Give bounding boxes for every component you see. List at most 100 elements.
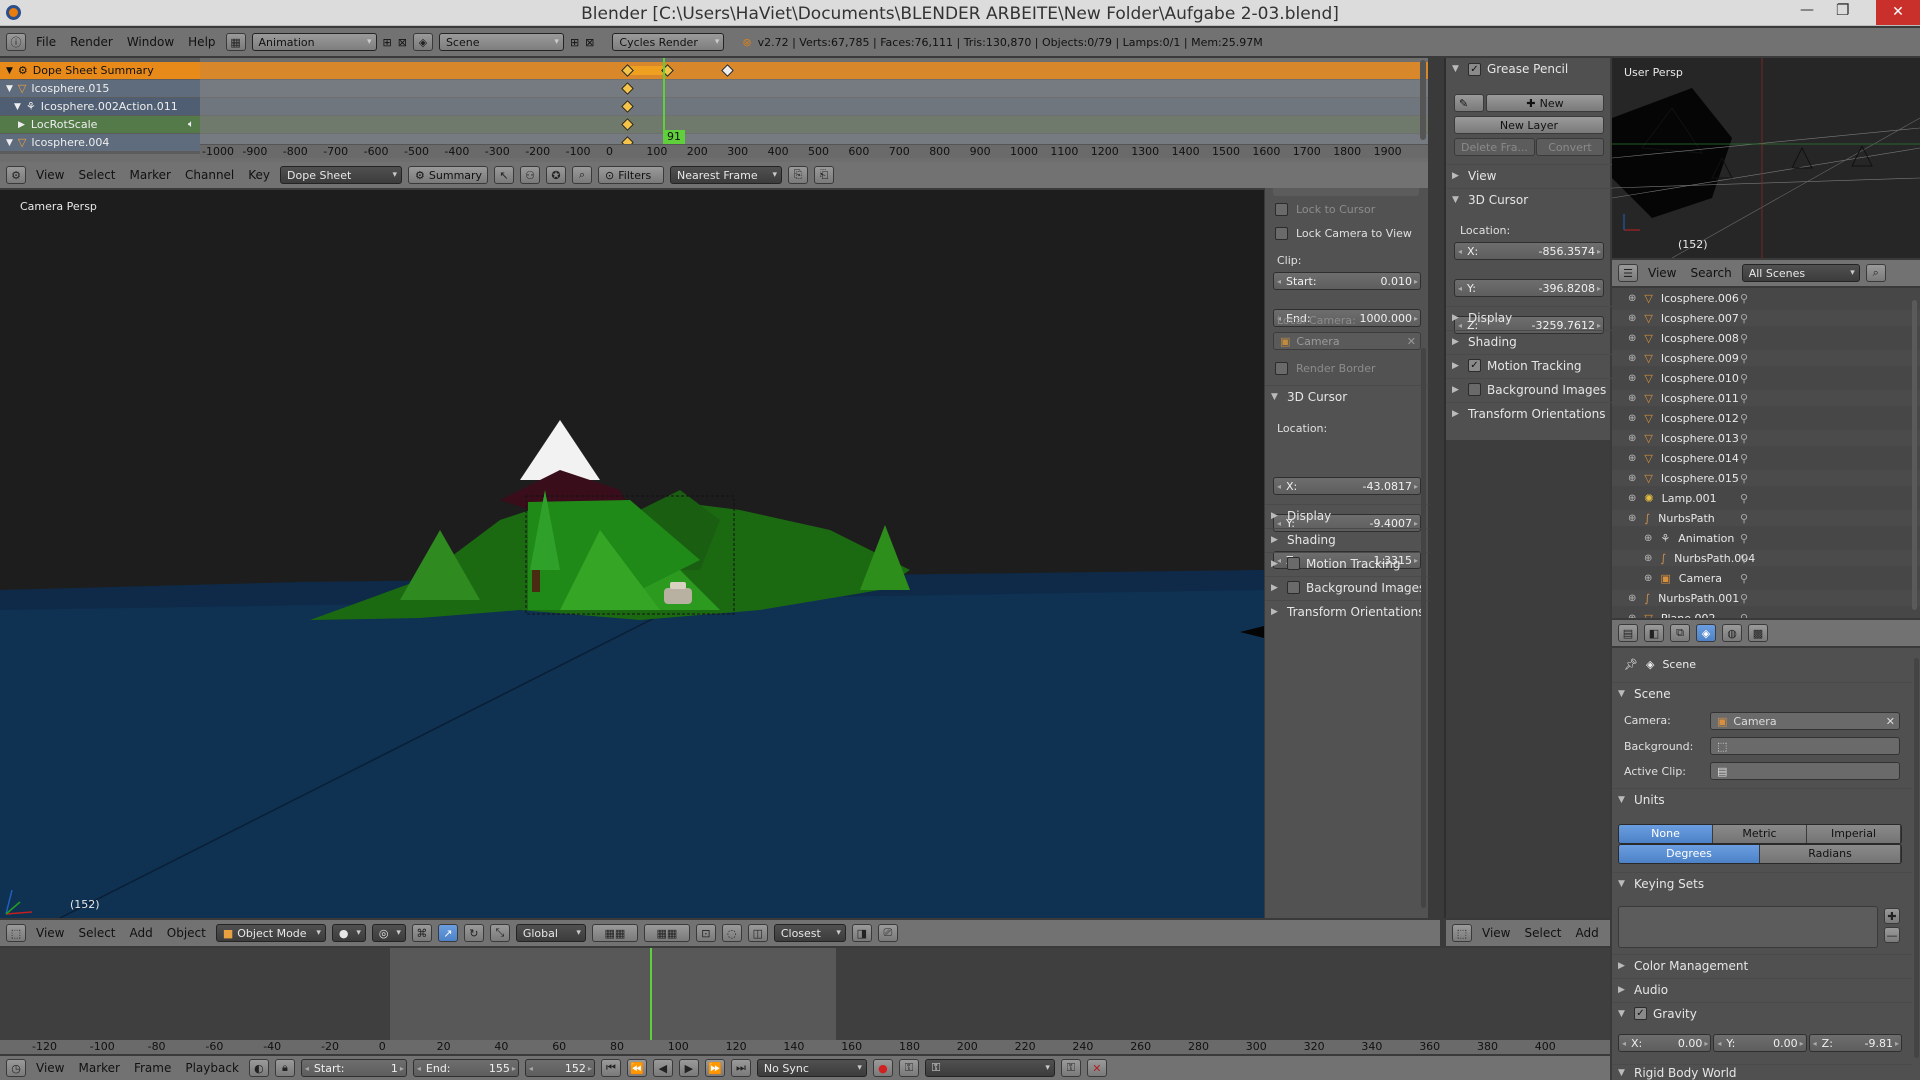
expand-icon[interactable]: ⊕	[1628, 453, 1636, 464]
outliner-scrollbar[interactable]	[1912, 300, 1917, 610]
degrees-button[interactable]: Degrees	[1619, 845, 1760, 863]
layout-field[interactable]: Animation	[251, 33, 377, 51]
shading-panel-header[interactable]: ▶ Shading	[1446, 330, 1612, 352]
render-engine-dropdown[interactable]: Cycles Render	[612, 33, 725, 51]
display-mode-dropdown[interactable]: All Scenes	[1741, 264, 1860, 282]
shading-dropdown[interactable]: ●	[331, 924, 366, 942]
menu-key[interactable]: Key	[244, 168, 274, 182]
transform-orientations-panel-header[interactable]: ▶ Transform Orientations	[1265, 600, 1429, 622]
outliner-item[interactable]: ⊕ ▣ Camera ⚲	[1612, 570, 1920, 586]
outliner-item[interactable]: ⊕ ▽ Icosphere.014 ⚲	[1612, 450, 1920, 466]
world-tab-icon[interactable]: ◍	[1722, 624, 1742, 642]
timeline-ruler-labels[interactable]: -120 -100 -80 -60 -40 -20 0 20 40 60 80 100 120 140 16…	[0, 1040, 1610, 1054]
outliner-item[interactable]: ⊕ ▽ Icosphere.007 ⚲	[1612, 310, 1920, 326]
layers-tab-icon[interactable]: ⧉	[1670, 624, 1690, 642]
outliner-item[interactable]: ⊕ ▽ Icosphere.010 ⚲	[1612, 370, 1920, 386]
background-field[interactable]: ⬚	[1710, 737, 1900, 755]
layers-grid-icon[interactable]: ▦▦	[591, 924, 638, 942]
view-panel-header[interactable]: ▶ View	[1446, 164, 1612, 186]
filters-button[interactable]: ⊙ Filters	[598, 166, 665, 184]
expand-icon[interactable]: ⊕	[1628, 353, 1636, 364]
hidden-icon[interactable]: ⚇	[520, 166, 541, 184]
menu-view[interactable]: View	[1644, 266, 1680, 280]
expand-icon[interactable]: ▼	[6, 138, 13, 148]
scene-panel-header[interactable]: ▼ Scene	[1612, 682, 1912, 704]
shading-panel-header[interactable]: ▶ Shading	[1265, 528, 1429, 550]
keying-sets-panel-header[interactable]: ▼ Keying Sets	[1612, 872, 1912, 894]
mini-viewport[interactable]: User Persp (152)	[1612, 58, 1920, 258]
keying-set-icon[interactable]: ⚿	[898, 1059, 919, 1077]
menu-file[interactable]: File	[32, 35, 60, 49]
cursor-x-field[interactable]: X:-856.3574	[1454, 242, 1604, 260]
expand-right-icon[interactable]: ▶	[18, 120, 25, 130]
outliner-item[interactable]: ⊕ ▽ Icosphere.006 ⚲	[1612, 290, 1920, 306]
outliner-item[interactable]: ⊕ ▽ Icosphere.009 ⚲	[1612, 350, 1920, 366]
outliner-item[interactable]: ⊕ ▽ Icosphere.013 ⚲	[1612, 430, 1920, 446]
channel-object[interactable]: ▼ ▽ Icosphere.015	[0, 80, 200, 97]
outliner-item[interactable]: ⊕ ▽ Icosphere.011 ⚲	[1612, 390, 1920, 406]
render-anim-icon[interactable]: ⎚	[877, 924, 898, 942]
units-panel-header[interactable]: ▼ Units	[1612, 788, 1912, 810]
outliner-item[interactable]: ⊕ ▽ Plane.002 ⚲	[1612, 610, 1920, 618]
insert-keyframe-icon[interactable]: ⚿	[1060, 1059, 1081, 1077]
start-frame-field[interactable]: Start:1	[300, 1059, 407, 1077]
menu-marker[interactable]: Marker	[126, 168, 175, 182]
expand-icon[interactable]: ⊕	[1644, 573, 1652, 584]
prev-keyframe-icon[interactable]: ⏪	[626, 1059, 647, 1077]
end-frame-field[interactable]: End:155	[412, 1059, 519, 1077]
clear-icon[interactable]: ✕	[1886, 715, 1895, 728]
keyframe-area[interactable]: 91	[200, 58, 1428, 154]
menu-view[interactable]: View	[1478, 926, 1514, 940]
expand-icon[interactable]: ⊕	[1628, 333, 1636, 344]
translate-icon[interactable]: ↗	[437, 924, 458, 942]
lock-layers-icon[interactable]: ⊡	[695, 924, 716, 942]
local-camera-field[interactable]: ▣ Camera ✕	[1273, 332, 1421, 350]
active-keying-set-dropdown[interactable]: ⚿	[924, 1059, 1055, 1077]
paste-keys-icon[interactable]: ⎗	[814, 166, 835, 184]
summary-toggle[interactable]: ⚙ Summary	[408, 166, 489, 184]
expand-icon[interactable]: ⊕	[1644, 533, 1652, 544]
menu-select[interactable]: Select	[74, 926, 119, 940]
active-clip-field[interactable]: ▤	[1710, 762, 1900, 780]
units-none-button[interactable]: None	[1619, 825, 1713, 843]
outliner-item[interactable]: ⊕ ▽ Icosphere.012 ⚲	[1612, 410, 1920, 426]
render-tab-icon[interactable]: ◧	[1644, 624, 1664, 642]
audio-panel-header[interactable]: ▶ Audio	[1612, 978, 1912, 1000]
remove-layout-icon[interactable]: ⊠	[398, 36, 407, 49]
outliner-item[interactable]: ⊕ ∫ NurbsPath ⚲	[1612, 510, 1920, 526]
display-panel-header[interactable]: ▶ Display	[1446, 306, 1612, 328]
pencil-selector[interactable]: ✎	[1454, 94, 1484, 112]
dopesheet-ruler[interactable]: -1000 -900 -800 -700 -600 -500 -400 -300 -200 -10…	[200, 144, 1428, 158]
transform-orientations-panel-header[interactable]: ▶ Transform Orientations	[1446, 402, 1612, 424]
convert-button[interactable]: Convert	[1535, 138, 1604, 156]
outliner-item[interactable]: ⊕ ▽ Icosphere.015 ⚲	[1612, 470, 1920, 486]
editor-type-button[interactable]: ⚙	[6, 166, 26, 184]
lock-to-cursor-checkbox[interactable]: Lock to Cursor	[1275, 203, 1375, 216]
menu-add[interactable]: Add	[126, 926, 157, 940]
texture-tab-icon[interactable]: ▩	[1748, 624, 1768, 642]
menu-view[interactable]: View	[32, 926, 68, 940]
mode-dropdown[interactable]: Dope Sheet	[280, 166, 403, 184]
expand-icon[interactable]: ⊕	[1628, 293, 1636, 304]
remove-scene-icon[interactable]: ⊠	[585, 36, 594, 49]
expand-icon[interactable]: ⊕	[1628, 393, 1636, 404]
search-icon[interactable]: ⌕	[1865, 264, 1886, 282]
current-frame-field[interactable]: 152	[524, 1059, 595, 1077]
menu-search[interactable]: Search	[1686, 266, 1735, 280]
jump-end-icon[interactable]: ⏭	[730, 1059, 751, 1077]
expand-icon[interactable]: ⊕	[1628, 513, 1636, 524]
close-button[interactable]: ✕	[1876, 0, 1920, 25]
expand-icon[interactable]: ⊕	[1644, 553, 1652, 564]
timeline-editor[interactable]	[0, 948, 1610, 1042]
mute-speaker-icon[interactable]: 🔈︎	[188, 119, 194, 130]
display-panel-header[interactable]: ▶ Display	[1265, 504, 1429, 526]
expand-icon[interactable]: ▼	[6, 84, 13, 94]
channel-object-2[interactable]: ▼ ▽ Icosphere.004	[0, 134, 200, 151]
menu-playback[interactable]: Playback	[181, 1061, 243, 1075]
expand-icon[interactable]: ⊕	[1628, 493, 1636, 504]
proportional-edit-icon[interactable]: ◌	[721, 924, 742, 942]
jump-start-icon[interactable]: ⏮	[600, 1059, 621, 1077]
gravity-x-field[interactable]: X:0.00	[1618, 1034, 1712, 1052]
snap-toggle-icon[interactable]: ◫	[747, 924, 768, 942]
layout-selector[interactable]: ▦	[225, 33, 246, 51]
